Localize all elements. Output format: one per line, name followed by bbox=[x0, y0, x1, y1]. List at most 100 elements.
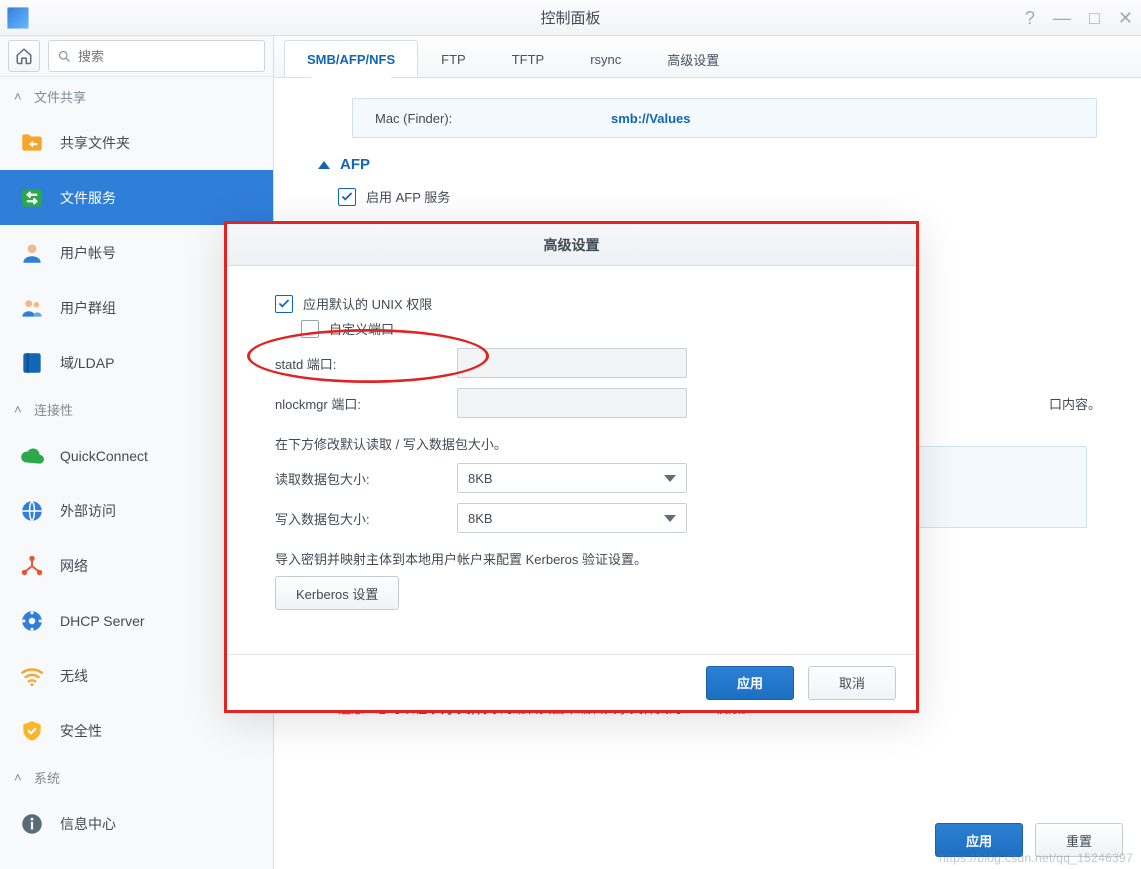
write-size-row: 写入数据包大小: 8KB bbox=[275, 503, 868, 533]
chevron-down-icon bbox=[664, 515, 676, 522]
user-icon bbox=[18, 239, 46, 267]
window: 控制面板 ? — □ ✕ ˄文件共享 共享文 bbox=[0, 0, 1141, 869]
window-title: 控制面板 bbox=[0, 7, 1141, 28]
nlockmgr-label: nlockmgr 端口: bbox=[275, 394, 457, 413]
custom-port-label: 自定义端口 bbox=[329, 319, 394, 338]
search-box[interactable] bbox=[48, 40, 265, 72]
cloud-icon bbox=[18, 442, 46, 470]
read-size-row: 读取数据包大小: 8KB bbox=[275, 463, 868, 493]
write-size-select[interactable]: 8KB bbox=[457, 503, 687, 533]
section-label: 系统 bbox=[34, 768, 60, 787]
sidebar-item-label: 外部访问 bbox=[60, 501, 116, 521]
select-value: 8KB bbox=[468, 471, 493, 486]
sidebar-item-label: 文件服务 bbox=[60, 188, 116, 208]
enable-afp-label: 启用 AFP 服务 bbox=[366, 187, 450, 206]
tab-ftp[interactable]: FTP bbox=[418, 40, 489, 77]
chevron-up-icon: ˄ bbox=[14, 89, 26, 104]
sidebar-item-label: 无线 bbox=[60, 666, 88, 686]
afp-section-header[interactable]: AFP bbox=[318, 156, 1097, 173]
globe-icon bbox=[18, 497, 46, 525]
nlockmgr-port-row: nlockmgr 端口: bbox=[275, 388, 868, 418]
sidebar-item-label: 域/LDAP bbox=[60, 353, 114, 373]
packet-size-description: 在下方修改默认读取 / 写入数据包大小。 bbox=[275, 434, 868, 453]
file-services-icon bbox=[18, 184, 46, 212]
mac-finder-value: smb://Values bbox=[611, 111, 690, 126]
dhcp-icon bbox=[18, 607, 46, 635]
statd-port-row: statd 端口: bbox=[275, 348, 868, 378]
section-label: 连接性 bbox=[34, 400, 73, 419]
search-icon bbox=[57, 49, 72, 64]
section-file-share[interactable]: ˄ 文件共享 bbox=[0, 77, 273, 115]
statd-label: statd 端口: bbox=[275, 354, 457, 373]
footer-bar: 应用 重置 bbox=[935, 823, 1123, 857]
chevron-down-icon bbox=[664, 475, 676, 482]
wifi-icon bbox=[18, 662, 46, 690]
checkbox-icon[interactable] bbox=[275, 295, 293, 313]
group-icon bbox=[18, 294, 46, 322]
sidebar-item-label: QuickConnect bbox=[60, 448, 148, 464]
sidebar-item-label: 用户群组 bbox=[60, 298, 116, 318]
mac-finder-label: Mac (Finder): bbox=[375, 111, 611, 126]
window-controls: ? — □ ✕ bbox=[1025, 0, 1133, 36]
truncated-text: 口内容。 bbox=[1049, 394, 1101, 413]
sidebar-item-file-services[interactable]: 文件服务 bbox=[0, 170, 273, 225]
help-icon[interactable]: ? bbox=[1025, 9, 1035, 27]
kerberos-description: 导入密钥并映射主体到本地用户帐户来配置 Kerberos 验证设置。 bbox=[275, 549, 868, 568]
read-size-label: 读取数据包大小: bbox=[275, 469, 457, 488]
sidebar-item-label: 共享文件夹 bbox=[60, 133, 130, 153]
sidebar-toolbar bbox=[0, 36, 273, 77]
tab-smb-afp-nfs[interactable]: SMB/AFP/NFS bbox=[284, 40, 418, 77]
title-bar: 控制面板 ? — □ ✕ bbox=[0, 0, 1141, 36]
chevron-up-icon: ˄ bbox=[14, 770, 26, 785]
sidebar-item-label: 信息中心 bbox=[60, 814, 116, 834]
sidebar-item-label: DHCP Server bbox=[60, 613, 145, 629]
close-icon[interactable]: ✕ bbox=[1118, 9, 1133, 27]
minimize-icon[interactable]: — bbox=[1053, 9, 1071, 27]
unix-perm-row[interactable]: 应用默认的 UNIX 权限 bbox=[275, 294, 868, 313]
network-icon bbox=[18, 552, 46, 580]
sidebar-item-label: 用户帐号 bbox=[60, 243, 116, 263]
smb-mac-link-box: Mac (Finder): smb://Values bbox=[352, 98, 1097, 138]
sidebar-item-label: 网络 bbox=[60, 556, 88, 576]
enable-afp-row[interactable]: 启用 AFP 服务 bbox=[338, 187, 1097, 206]
logo-icon bbox=[7, 7, 29, 29]
dialog-footer: 应用 取消 bbox=[227, 654, 916, 710]
select-value: 8KB bbox=[468, 511, 493, 526]
folder-share-icon bbox=[18, 129, 46, 157]
checkbox-icon[interactable] bbox=[301, 320, 319, 338]
chevron-up-icon: ˄ bbox=[14, 402, 26, 417]
tab-tftp[interactable]: TFTP bbox=[489, 40, 568, 77]
shield-icon bbox=[18, 717, 46, 745]
book-icon bbox=[18, 349, 46, 377]
dialog-body: 应用默认的 UNIX 权限 自定义端口 statd 端口: nlockmgr 端… bbox=[227, 266, 916, 654]
dialog-apply-button[interactable]: 应用 bbox=[706, 666, 794, 700]
custom-port-row[interactable]: 自定义端口 bbox=[301, 319, 868, 338]
checkbox-icon[interactable] bbox=[338, 188, 356, 206]
apply-button[interactable]: 应用 bbox=[935, 823, 1023, 857]
tab-advanced[interactable]: 高级设置 bbox=[644, 40, 742, 77]
nlockmgr-port-input[interactable] bbox=[457, 388, 687, 418]
unix-perm-label: 应用默认的 UNIX 权限 bbox=[303, 294, 432, 313]
write-size-label: 写入数据包大小: bbox=[275, 509, 457, 528]
section-label: 文件共享 bbox=[34, 87, 86, 106]
sidebar-item-shared-folder[interactable]: 共享文件夹 bbox=[0, 115, 273, 170]
section-system[interactable]: ˄ 系统 bbox=[0, 758, 273, 796]
search-input[interactable] bbox=[76, 48, 256, 65]
reset-button[interactable]: 重置 bbox=[1035, 823, 1123, 857]
tabs: SMB/AFP/NFS FTP TFTP rsync 高级设置 bbox=[274, 36, 1141, 78]
home-button[interactable] bbox=[8, 40, 40, 72]
statd-port-input[interactable] bbox=[457, 348, 687, 378]
app-logo bbox=[0, 0, 36, 36]
dialog-title: 高级设置 bbox=[227, 224, 916, 266]
info-icon bbox=[18, 810, 46, 838]
kerberos-settings-button[interactable]: Kerberos 设置 bbox=[275, 576, 399, 610]
sidebar-item-info-center[interactable]: 信息中心 bbox=[0, 796, 273, 851]
chevron-up-icon bbox=[318, 161, 330, 169]
advanced-settings-dialog: 高级设置 应用默认的 UNIX 权限 自定义端口 statd 端口: nlock… bbox=[224, 221, 919, 713]
read-size-select[interactable]: 8KB bbox=[457, 463, 687, 493]
maximize-icon[interactable]: □ bbox=[1089, 9, 1100, 27]
afp-section-label: AFP bbox=[340, 156, 370, 173]
tab-rsync[interactable]: rsync bbox=[567, 40, 644, 77]
info-panel-fragment bbox=[917, 446, 1087, 528]
dialog-cancel-button[interactable]: 取消 bbox=[808, 666, 896, 700]
